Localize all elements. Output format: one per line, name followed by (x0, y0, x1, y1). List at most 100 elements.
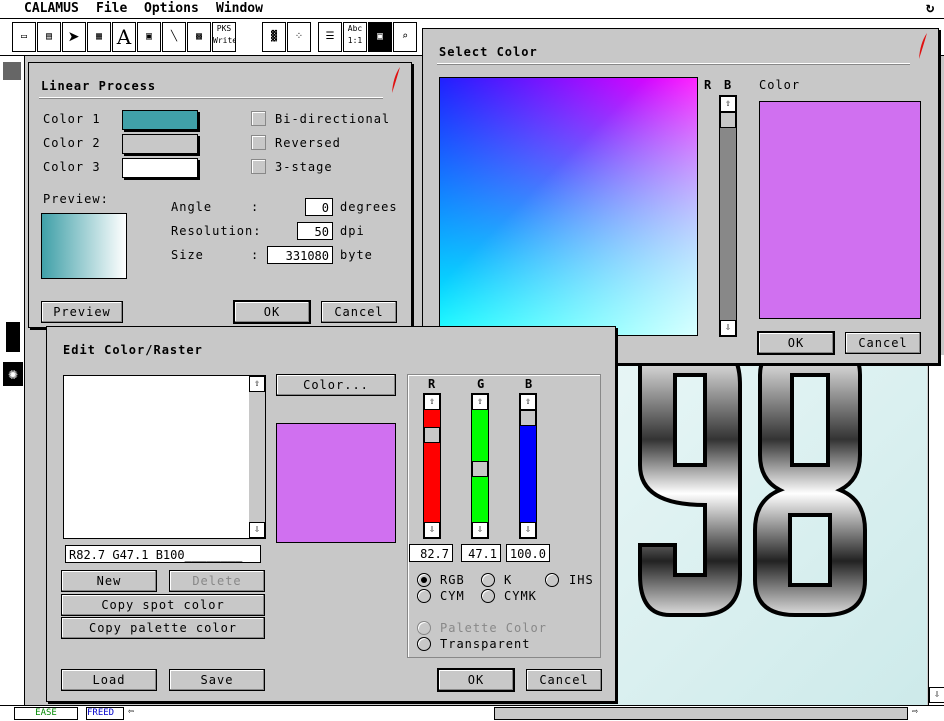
grid-icon[interactable]: ▦ (87, 22, 111, 52)
refresh-icon[interactable]: ↻ (926, 0, 934, 16)
menu-file[interactable]: File (96, 1, 127, 16)
b-slider[interactable]: ⇧ ⇩ (519, 393, 537, 539)
arrow-up-icon[interactable]: ⇧ (424, 394, 440, 410)
arrow-down-icon[interactable]: ⇩ (720, 320, 736, 336)
toolbox-icon[interactable]: ▭ (12, 22, 36, 52)
menu-bar: CALAMUS File Options Window ↻ (0, 0, 944, 19)
color1-swatch[interactable] (122, 110, 198, 130)
color-plane[interactable] (439, 77, 698, 336)
pointer-icon[interactable]: ➤ (62, 22, 86, 52)
edit-color-raster-dialog: Edit Color/Raster ⇧ ⇩ R82.7 G47.1 B100__… (46, 326, 616, 702)
mode-cym-radio[interactable] (417, 589, 431, 603)
arrow-down-icon[interactable]: ⇩ (472, 522, 488, 538)
mode-cymk-radio[interactable] (481, 589, 495, 603)
new-button[interactable]: New (61, 570, 157, 592)
arrow-up-icon[interactable]: ⇧ (520, 394, 536, 410)
pks-write-icon[interactable]: PKS Write (212, 22, 236, 52)
arrow-down-icon[interactable]: ⇩ (249, 522, 265, 538)
pattern-icon[interactable] (3, 62, 21, 80)
menu-options[interactable]: Options (144, 1, 199, 16)
scroll-left-icon[interactable]: ⇦ (124, 706, 138, 719)
style-icon[interactable]: Abc 1:1 (343, 22, 367, 52)
reversed-checkbox[interactable] (251, 135, 266, 150)
axis-r-label: R (704, 78, 713, 92)
r-slider[interactable]: ⇧ ⇩ (423, 393, 441, 539)
mode-rgb-radio[interactable] (417, 573, 431, 587)
g-slider[interactable]: ⇧ ⇩ (471, 393, 489, 539)
b-slider-thumb[interactable] (720, 112, 736, 128)
palette-color-radio[interactable] (417, 621, 431, 635)
cancel-button[interactable]: Cancel (321, 301, 397, 323)
mode-k-radio[interactable] (481, 573, 495, 587)
palette-color-label: Palette Color (440, 621, 547, 635)
freed-indicator[interactable]: FREED (86, 707, 124, 720)
ease-indicator[interactable]: EASE (14, 707, 78, 720)
color2-swatch[interactable] (122, 134, 198, 154)
b-value-input[interactable]: 100.0 (506, 544, 550, 562)
bar-icon[interactable] (6, 322, 20, 352)
axis-b-label: B (724, 78, 733, 92)
line-tool-icon[interactable]: ╲ (162, 22, 186, 52)
color2-label: Color 2 (43, 136, 101, 150)
load-button[interactable]: Load (61, 669, 157, 691)
cancel-button[interactable]: Cancel (845, 332, 921, 354)
arrow-down-icon[interactable]: ⇩ (520, 522, 536, 538)
cancel-button[interactable]: Cancel (526, 669, 602, 691)
r-slider-thumb[interactable] (424, 426, 440, 443)
text-frame-icon[interactable]: ▣ (137, 22, 161, 52)
bidirectional-checkbox[interactable] (251, 111, 266, 126)
preview-button[interactable]: Preview (41, 301, 123, 323)
g-value-input[interactable]: 47.1 (461, 544, 501, 562)
dice-icon[interactable]: ⁘ (287, 22, 311, 52)
three-stage-checkbox[interactable] (251, 159, 266, 174)
g-slider-thumb[interactable] (472, 460, 488, 477)
r-slider-label: R (428, 377, 437, 391)
dialog-title: Edit Color/Raster (63, 343, 203, 357)
arrow-up-icon[interactable]: ⇧ (249, 376, 265, 392)
title-divider (437, 63, 910, 65)
ok-button[interactable]: OK (437, 668, 515, 692)
page-icon[interactable]: ▤ (37, 22, 61, 52)
color-list-scrollbar[interactable]: ⇧ ⇩ (249, 375, 266, 539)
menu-app[interactable]: CALAMUS (24, 1, 79, 16)
color-name-input[interactable]: R82.7 G47.1 B100________ (65, 545, 261, 563)
resolution-unit: dpi (340, 224, 365, 238)
vertical-scrollbar[interactable]: ⇩ (928, 355, 944, 705)
horizontal-scrollbar[interactable] (494, 707, 908, 720)
menu-window[interactable]: Window (216, 1, 263, 16)
scroll-right-icon[interactable]: ⇨ (908, 706, 922, 719)
title-divider (39, 97, 383, 99)
delete-button[interactable]: Delete (169, 570, 265, 592)
ok-button[interactable]: OK (757, 331, 835, 355)
b-slider-thumb[interactable] (520, 410, 536, 426)
resolution-label: Resolution: (171, 224, 262, 238)
frame-icon[interactable]: ▣ (368, 22, 392, 52)
zoom-icon[interactable]: ⌕ (393, 22, 417, 52)
feather-icon (919, 33, 927, 59)
ok-button[interactable]: OK (233, 300, 311, 324)
color3-swatch[interactable] (122, 158, 198, 178)
color-picker-button[interactable]: Color... (276, 374, 396, 396)
mode-ihs-label: IHS (569, 573, 594, 587)
transparent-label: Transparent (440, 637, 531, 651)
mode-ihs-radio[interactable] (545, 573, 559, 587)
arrow-up-icon[interactable]: ⇧ (720, 96, 736, 112)
raster-icon[interactable]: ▩ (187, 22, 211, 52)
list-icon[interactable]: ☰ (318, 22, 342, 52)
transparent-radio[interactable] (417, 637, 431, 651)
sun-icon[interactable]: ✺ (3, 362, 23, 386)
save-button[interactable]: Save (169, 669, 265, 691)
r-value-input[interactable]: 82.7 (409, 544, 453, 562)
angle-input[interactable]: 0 (305, 198, 333, 216)
arrow-up-icon[interactable]: ⇧ (472, 394, 488, 410)
dialog-title: Linear Process (41, 79, 157, 93)
pattern-icon[interactable]: ▓ (262, 22, 286, 52)
resolution-input[interactable]: 50 (297, 222, 333, 240)
color-list[interactable] (63, 375, 251, 539)
copy-palette-color-button[interactable]: Copy palette color (61, 617, 265, 639)
b-slider-track[interactable]: ⇧ ⇩ (719, 95, 737, 337)
text-tool-icon[interactable]: A (112, 22, 136, 52)
arrow-down-icon[interactable]: ⇩ (424, 522, 440, 538)
copy-spot-color-button[interactable]: Copy spot color (61, 594, 265, 616)
scroll-down-icon[interactable]: ⇩ (929, 687, 944, 703)
